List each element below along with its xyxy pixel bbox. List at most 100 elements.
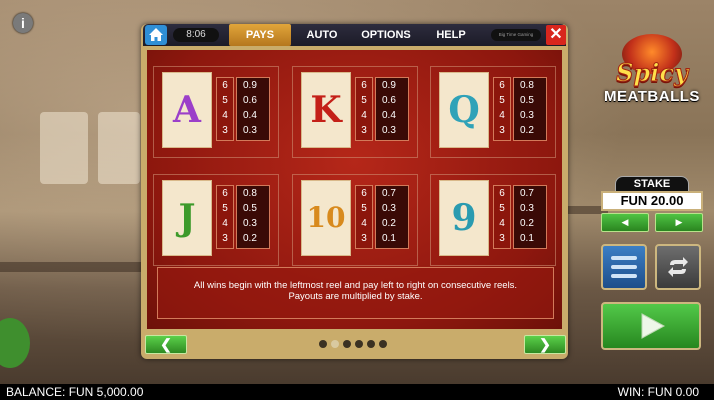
triangle-left-icon: ◀ bbox=[621, 217, 629, 227]
autoplay-button[interactable] bbox=[655, 244, 701, 290]
count: 5 bbox=[499, 95, 505, 106]
symbol-payouts: 0.9 0.6 0.4 0.3 bbox=[375, 77, 409, 141]
payout: 0.3 bbox=[520, 203, 534, 214]
symbol-10: 10 bbox=[306, 201, 346, 234]
prev-page-button[interactable]: ❮ bbox=[145, 335, 187, 354]
page-dot[interactable] bbox=[367, 340, 375, 348]
paytable-panel: 8:06 PAYS AUTO OPTIONS HELP Big Time Gam… bbox=[141, 24, 568, 359]
payout: 0.7 bbox=[382, 188, 396, 199]
count: 3 bbox=[222, 125, 228, 136]
panel-top-bar: 8:06 PAYS AUTO OPTIONS HELP Big Time Gam… bbox=[143, 24, 566, 46]
payout: 0.5 bbox=[520, 95, 534, 106]
count: 4 bbox=[222, 110, 228, 121]
count: 5 bbox=[222, 95, 228, 106]
symbol-counts: 6 5 4 3 bbox=[216, 77, 234, 141]
background-window bbox=[98, 112, 140, 184]
count: 6 bbox=[361, 80, 367, 91]
close-icon[interactable]: ✕ bbox=[546, 25, 566, 45]
count: 6 bbox=[499, 80, 505, 91]
background-shelf bbox=[0, 262, 141, 272]
chevron-right-icon: ❯ bbox=[539, 336, 551, 352]
tab-pays[interactable]: PAYS bbox=[229, 24, 291, 46]
payout: 0.5 bbox=[243, 203, 257, 214]
paytable-cell: 10 6 5 4 3 0.7 0.3 0.2 0.1 bbox=[292, 174, 418, 266]
payout: 0.2 bbox=[243, 233, 257, 244]
count: 4 bbox=[499, 110, 505, 121]
stake-control: STAKE FUN 20.00 ◀ ▶ bbox=[601, 176, 703, 234]
payout: 0.1 bbox=[520, 233, 534, 244]
paytable-cell: K 6 5 4 3 0.9 0.6 0.4 0.3 bbox=[292, 66, 418, 158]
count: 5 bbox=[222, 203, 228, 214]
maker-badge: Big Time Gaming bbox=[491, 29, 541, 41]
symbol-counts: 6 5 4 3 bbox=[355, 77, 373, 141]
payout: 0.8 bbox=[243, 188, 257, 199]
stake-increase-button[interactable]: ▶ bbox=[655, 213, 703, 232]
menu-button[interactable] bbox=[601, 244, 647, 290]
payout: 0.3 bbox=[382, 125, 396, 136]
payout: 0.8 bbox=[520, 80, 534, 91]
page-dot[interactable] bbox=[355, 340, 363, 348]
home-icon bbox=[149, 28, 163, 41]
symbol-card: A bbox=[162, 72, 212, 148]
symbol-counts: 6 5 4 3 bbox=[216, 185, 234, 249]
payout: 0.1 bbox=[382, 233, 396, 244]
tab-options[interactable]: OPTIONS bbox=[351, 24, 421, 46]
symbol-9: 9 bbox=[451, 197, 477, 239]
stake-value: FUN 20.00 bbox=[601, 191, 703, 211]
info-icon[interactable]: i bbox=[13, 13, 33, 33]
payout: 0.9 bbox=[243, 80, 257, 91]
chevron-left-icon: ❮ bbox=[160, 336, 172, 352]
payout: 0.2 bbox=[382, 218, 396, 229]
count: 6 bbox=[222, 80, 228, 91]
page-dot[interactable] bbox=[379, 340, 387, 348]
next-page-button[interactable]: ❯ bbox=[524, 335, 566, 354]
count: 4 bbox=[499, 218, 505, 229]
symbol-payouts: 0.8 0.5 0.3 0.2 bbox=[513, 77, 547, 141]
background-plant bbox=[0, 318, 30, 368]
stake-label: STAKE bbox=[615, 176, 689, 192]
triangle-right-icon: ▶ bbox=[675, 217, 683, 227]
count: 3 bbox=[499, 233, 505, 244]
payout: 0.6 bbox=[382, 95, 396, 106]
count: 3 bbox=[361, 125, 367, 136]
stake-decrease-button[interactable]: ◀ bbox=[601, 213, 649, 232]
game-logo: Spicy MEATBALLS bbox=[598, 32, 706, 114]
paytable-cell: 9 6 5 4 3 0.7 0.3 0.2 0.1 bbox=[430, 174, 556, 266]
count: 6 bbox=[361, 188, 367, 199]
win-text: WIN: FUN 0.00 bbox=[617, 385, 699, 399]
count: 6 bbox=[222, 188, 228, 199]
symbol-payouts: 0.8 0.5 0.3 0.2 bbox=[236, 185, 270, 249]
count: 4 bbox=[361, 218, 367, 229]
paytable-cell: J 6 5 4 3 0.8 0.5 0.3 0.2 bbox=[153, 174, 279, 266]
payout: 0.7 bbox=[520, 188, 534, 199]
rules-text: All wins begin with the leftmost reel an… bbox=[157, 267, 554, 319]
count: 5 bbox=[499, 203, 505, 214]
count: 4 bbox=[361, 110, 367, 121]
page-dot-active[interactable] bbox=[331, 340, 339, 348]
count: 5 bbox=[361, 203, 367, 214]
payout: 0.4 bbox=[382, 110, 396, 121]
logo-line2: MEATBALLS bbox=[604, 88, 700, 105]
pagination-bar: ❮ ❯ bbox=[143, 333, 566, 357]
home-button[interactable] bbox=[145, 25, 167, 45]
symbol-payouts: 0.7 0.3 0.2 0.1 bbox=[513, 185, 547, 249]
symbol-q: Q bbox=[448, 89, 480, 131]
page-dot[interactable] bbox=[343, 340, 351, 348]
tab-auto[interactable]: AUTO bbox=[301, 24, 343, 46]
page-dot[interactable] bbox=[319, 340, 327, 348]
paytable-cell: Q 6 5 4 3 0.8 0.5 0.3 0.2 bbox=[430, 66, 556, 158]
count: 3 bbox=[361, 233, 367, 244]
page-dots bbox=[319, 340, 391, 350]
spin-button[interactable] bbox=[601, 302, 701, 350]
paytable-cell: A 6 5 4 3 0.9 0.6 0.4 0.3 bbox=[153, 66, 279, 158]
payout: 0.3 bbox=[243, 125, 257, 136]
play-icon bbox=[641, 313, 666, 339]
payout: 0.3 bbox=[243, 218, 257, 229]
symbol-card: 9 bbox=[439, 180, 489, 256]
rules-line2: Payouts are multiplied by stake. bbox=[288, 291, 423, 302]
symbol-counts: 6 5 4 3 bbox=[493, 77, 511, 141]
symbol-j: J bbox=[178, 197, 196, 239]
tab-help[interactable]: HELP bbox=[427, 24, 475, 46]
count: 6 bbox=[499, 188, 505, 199]
payout: 0.6 bbox=[243, 95, 257, 106]
